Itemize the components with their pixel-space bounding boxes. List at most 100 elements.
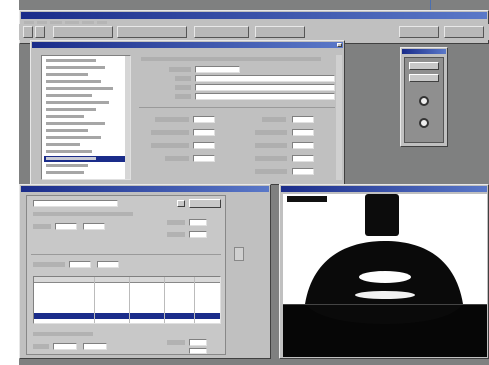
value-field[interactable] <box>69 261 91 268</box>
list-item[interactable] <box>44 121 128 127</box>
table-row[interactable] <box>34 306 220 312</box>
list-item[interactable] <box>44 107 128 113</box>
video-frame[interactable] <box>283 194 487 357</box>
chevron-down-icon[interactable] <box>177 200 185 207</box>
table-row-selected[interactable] <box>34 313 220 319</box>
palette-title-bar[interactable] <box>402 49 446 54</box>
value-field[interactable] <box>83 343 107 350</box>
control-palette <box>400 47 448 147</box>
method-select[interactable] <box>33 200 118 207</box>
field-label <box>165 156 189 161</box>
table-row[interactable] <box>34 299 220 305</box>
field-label <box>175 76 191 81</box>
text-field[interactable] <box>195 84 335 91</box>
value-field[interactable] <box>189 219 207 226</box>
field-label <box>33 332 93 336</box>
table-row[interactable] <box>34 292 220 298</box>
field-label <box>167 232 185 237</box>
value-field[interactable] <box>53 343 77 350</box>
divider <box>139 107 335 108</box>
palette-button[interactable] <box>409 62 439 70</box>
panel-header <box>141 57 321 61</box>
data-window <box>30 40 345 185</box>
value-field[interactable] <box>189 231 207 238</box>
field-label <box>262 117 286 122</box>
toolbar-group[interactable] <box>53 26 113 38</box>
list-item[interactable] <box>44 65 128 71</box>
table-row[interactable] <box>34 285 220 291</box>
palette-body <box>404 57 444 143</box>
droplet-image <box>283 194 487 357</box>
text-field[interactable] <box>195 93 335 100</box>
properties-panel <box>137 55 337 180</box>
field-label <box>33 344 49 349</box>
app-title-bar[interactable] <box>21 12 487 19</box>
table-column-rule <box>94 277 95 323</box>
value-field[interactable] <box>292 168 314 175</box>
measurement-form <box>26 195 226 355</box>
field-label <box>33 262 65 267</box>
video-window-title-bar[interactable] <box>281 186 487 192</box>
table-column-rule <box>194 277 195 323</box>
list-item[interactable] <box>44 114 128 120</box>
value-field[interactable] <box>83 223 105 230</box>
toolbar-group[interactable] <box>117 26 187 38</box>
data-window-title-bar[interactable] <box>32 42 343 48</box>
video-window <box>279 184 489 359</box>
field-label <box>167 220 185 225</box>
table-column-rule <box>129 277 130 323</box>
value-field[interactable] <box>97 261 119 268</box>
list-item[interactable] <box>44 93 128 99</box>
list-item[interactable] <box>44 149 128 155</box>
toolbar-button[interactable] <box>35 26 45 38</box>
list-item[interactable] <box>44 135 128 141</box>
list-item[interactable] <box>44 128 128 134</box>
droplet-highlight <box>355 291 415 299</box>
palette-button[interactable] <box>409 74 439 82</box>
list-item[interactable] <box>44 86 128 92</box>
toolbar-button[interactable] <box>23 26 33 38</box>
form-scrollbar[interactable] <box>336 55 342 180</box>
list-scrollbar[interactable] <box>125 56 130 179</box>
value-field[interactable] <box>292 142 314 149</box>
value-field[interactable] <box>189 339 207 346</box>
list-item[interactable] <box>44 163 128 169</box>
toolbar-group[interactable] <box>255 26 305 38</box>
field-label <box>255 130 287 135</box>
value-field[interactable] <box>292 116 314 123</box>
value-field[interactable] <box>292 155 314 162</box>
list-item-selected[interactable] <box>44 156 128 162</box>
close-icon[interactable] <box>337 43 342 47</box>
text-field[interactable] <box>195 75 335 82</box>
toolbar-group[interactable] <box>194 26 249 38</box>
gear-icon[interactable] <box>419 118 429 128</box>
field-label <box>155 117 189 122</box>
list-item[interactable] <box>44 170 128 176</box>
field-label <box>175 94 191 99</box>
gear-icon[interactable] <box>419 96 429 106</box>
list-item[interactable] <box>44 58 128 64</box>
value-field[interactable] <box>189 348 207 354</box>
droplet-highlight <box>359 271 411 283</box>
list-item[interactable] <box>44 72 128 78</box>
value-field[interactable] <box>193 129 215 136</box>
options-button[interactable] <box>189 199 221 208</box>
list-item[interactable] <box>44 100 128 106</box>
value-field[interactable] <box>292 129 314 136</box>
field-label <box>151 143 189 148</box>
value-field[interactable] <box>193 116 215 123</box>
splitter-handle[interactable] <box>234 247 244 261</box>
toolbar-group[interactable] <box>399 26 439 38</box>
value-field[interactable] <box>55 223 77 230</box>
toolbar-group[interactable] <box>444 26 484 38</box>
value-field[interactable] <box>193 142 215 149</box>
field-label <box>33 224 51 229</box>
value-field[interactable] <box>193 155 215 162</box>
measurement-window-title-bar[interactable] <box>21 186 269 192</box>
list-item[interactable] <box>44 142 128 148</box>
text-field[interactable] <box>195 66 240 73</box>
toolbar <box>19 24 489 40</box>
list-item[interactable] <box>44 79 128 85</box>
measurement-list[interactable] <box>41 55 131 180</box>
measurement-window <box>19 184 271 359</box>
